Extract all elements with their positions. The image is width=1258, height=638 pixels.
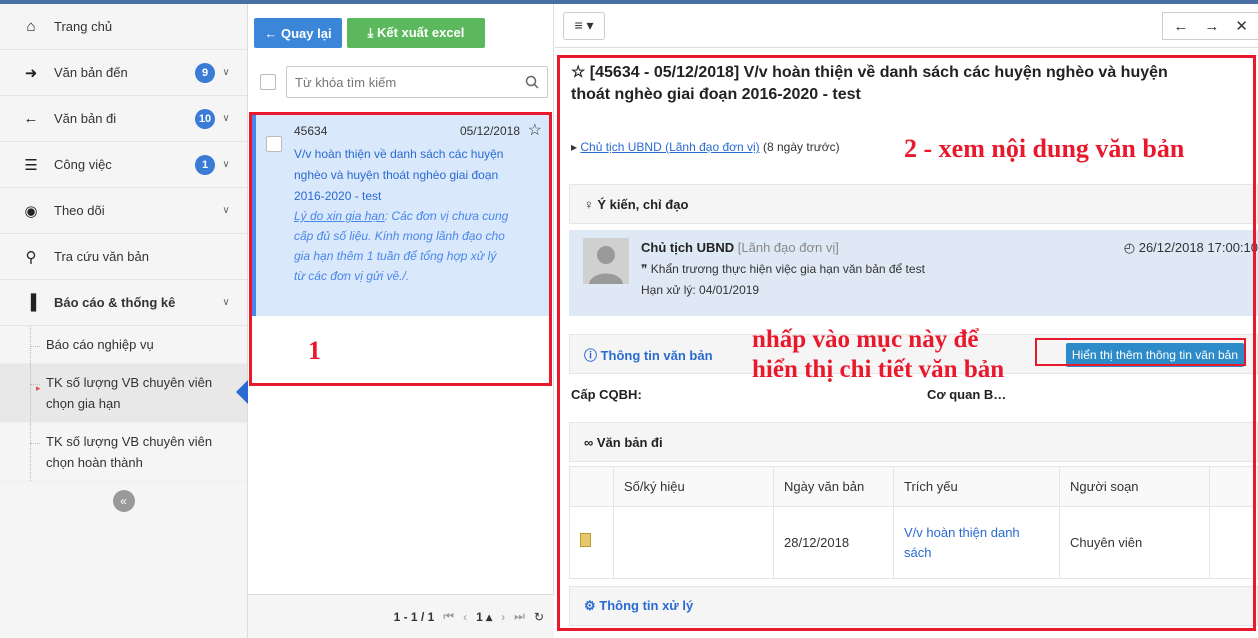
chevron-down-icon: ∨ [222,205,230,216]
sidebar-item-label: Văn bản đi [54,111,117,126]
collapse-sidebar-icon[interactable]: « [112,490,135,512]
sidebar-item-home[interactable]: ⌂ Trang chủ [0,4,247,50]
sidebar-subitem-label: TK số lượng VB chuyên viên chọn gia hạn [46,375,213,411]
sidebar-item-lookup[interactable]: ⚲ Tra cứu văn bản [0,234,247,280]
select-all-checkbox[interactable] [260,74,276,90]
count-badge: 10 [195,108,215,129]
active-indicator [236,380,248,404]
count-badge: 9 [195,62,215,83]
next-arrow-icon[interactable]: → [1204,18,1219,35]
eye-icon: ◉ [24,202,38,220]
annotation-box-button [1035,338,1246,366]
sidebar-subitem-label: Báo cáo nghiệp vụ [46,337,154,352]
bar-chart-icon: ▐ [25,294,37,311]
close-icon[interactable]: ✕ [1235,17,1248,35]
menu-dropdown-button[interactable]: ≡ ▾ [563,11,605,40]
search-row [260,66,548,98]
sidebar-item-label: Báo cáo & thống kê [54,295,176,310]
search-icon: ⚲ [25,248,37,266]
annotation-box-list [249,112,552,386]
sidebar-subitem-extension-stats[interactable]: ▸ TK số lượng VB chuyên viên chọn gia hạ… [0,364,247,423]
search-input[interactable] [295,74,525,90]
first-page-icon[interactable]: ⏮ [443,609,454,624]
page-range: 1 - 1 / 1 [393,609,435,624]
sidebar-item-follow[interactable]: ◉ Theo dõi ∨ [0,188,247,234]
pagination: 1 - 1 / 1 ⏮ ‹ 1 ▴ › ⏭ ↻ [248,594,554,638]
arrow-right-circle-icon: ➜ [24,64,38,82]
last-page-icon[interactable]: ⏭ [514,609,525,624]
sidebar-item-outgoing[interactable]: ← Văn bản đi 10 ∨ [0,96,247,142]
next-page-icon[interactable]: › [501,610,505,624]
back-button[interactable]: ← Quay lại [254,18,342,48]
refresh-icon[interactable]: ↻ [534,610,544,624]
navigation-buttons: ← → ✕ [1162,12,1258,40]
sidebar-item-label: Văn bản đến [54,65,128,80]
search-icon[interactable] [525,75,539,89]
sidebar-subitem-completion-stats[interactable]: TK số lượng VB chuyên viên chọn hoàn thà… [0,423,247,482]
sidebar-subitem-label: TK số lượng VB chuyên viên chọn hoàn thà… [46,434,213,470]
sidebar-item-label: Công việc [54,157,112,172]
annotation-label-2: 2 - xem nội dung văn bản [904,134,1185,163]
arrow-left-circle-icon: ← [23,110,39,127]
home-icon: ⌂ [26,18,36,35]
sidebar-item-tasks[interactable]: ☰ Công việc 1 ∨ [0,142,247,188]
sidebar-item-reports[interactable]: ▐ Báo cáo & thống kê ∨ [0,280,247,326]
sidebar: ⌂ Trang chủ ➜ Văn bản đến 9 ∨ ← Văn bản … [0,4,248,638]
chevron-down-icon: ∨ [222,297,230,308]
active-arrow-icon: ▸ [36,383,41,393]
menu-icon: ≡ ▾ [574,17,594,33]
previous-arrow-icon[interactable]: ← [1173,18,1188,35]
tasks-icon: ☰ [24,156,38,174]
sidebar-item-label: Theo dõi [54,203,105,218]
chevron-down-icon: ∨ [222,67,230,78]
sidebar-item-label: Trang chủ [54,19,113,34]
chevron-down-icon: ∨ [222,113,230,124]
search-field [286,66,548,98]
annotation-note: nhấp vào mục này để hiển thị chi tiết vă… [752,326,1005,383]
sidebar-item-label: Tra cứu văn bản [54,249,149,264]
page-select[interactable]: 1 ▴ [476,610,492,624]
count-badge: 1 [195,154,215,175]
detail-toolbar: ≡ ▾ ← → ✕ [555,4,1258,48]
export-excel-button[interactable]: ⤓ Kết xuất excel [347,18,485,48]
prev-page-icon[interactable]: ‹ [463,610,467,624]
sidebar-item-incoming[interactable]: ➜ Văn bản đến 9 ∨ [0,50,247,96]
chevron-down-icon: ∨ [222,159,230,170]
sidebar-subitem-business-report[interactable]: Báo cáo nghiệp vụ [0,326,247,364]
annotation-label-1: 1 [308,336,321,365]
